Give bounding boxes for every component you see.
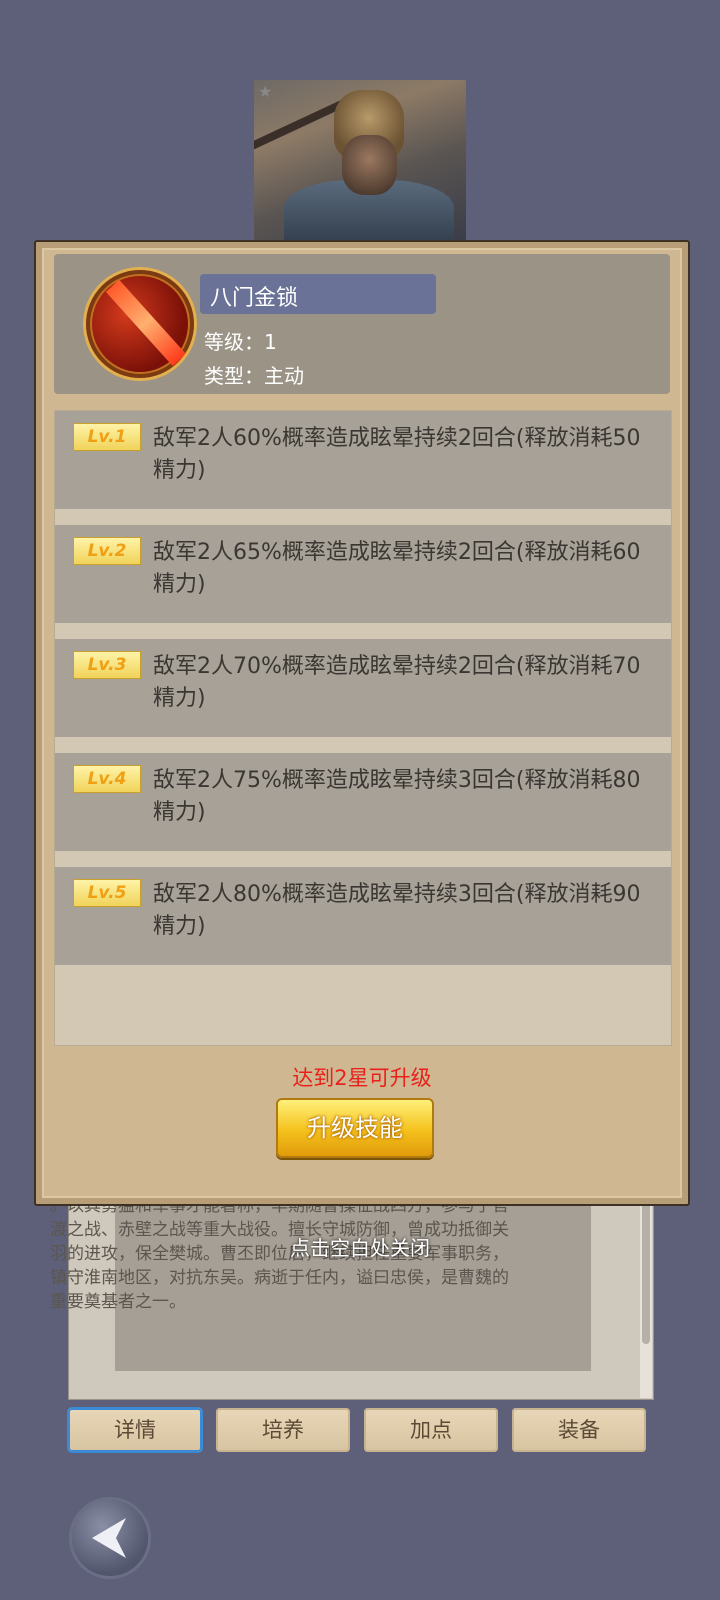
back-arrow-icon: [92, 1518, 126, 1558]
level-row: Lv.2 敌军2人65%概率造成眩晕持续2回合(释放消耗60精力): [55, 525, 671, 623]
level-description: 敌军2人60%概率造成眩晕持续2回合(释放消耗50精力): [153, 426, 641, 483]
skill-level: 等级：1: [204, 330, 277, 354]
level-badge: Lv.4: [73, 765, 141, 793]
level-description: 敌军2人75%概率造成眩晕持续3回合(释放消耗80精力): [153, 768, 641, 825]
level-row: Lv.4 敌军2人75%概率造成眩晕持续3回合(释放消耗80精力): [55, 753, 671, 851]
level-list: Lv.1 敌军2人60%概率造成眩晕持续2回合(释放消耗50精力) Lv.2 敌…: [54, 410, 672, 1046]
upgrade-requirement: 达到2星可升级: [292, 1066, 432, 1090]
tab-equipment[interactable]: 装备: [512, 1408, 646, 1452]
upgrade-skill-button[interactable]: 升级技能: [276, 1098, 434, 1158]
bio-scrollbar[interactable]: [640, 1180, 652, 1398]
level-badge: Lv.5: [73, 879, 141, 907]
level-row: Lv.5 敌军2人80%概率造成眩晕持续3回合(释放消耗90精力): [55, 867, 671, 965]
level-badge: Lv.2: [73, 537, 141, 565]
back-button[interactable]: [72, 1500, 148, 1576]
close-hint: 点击空白处关闭: [290, 1236, 430, 1260]
face-graphic: [342, 135, 397, 195]
skill-header: 八门金锁 等级：1 类型：主动: [54, 254, 670, 394]
red-slash-skill-icon: [86, 270, 194, 378]
skill-modal: 八门金锁 等级：1 类型：主动 Lv.1 敌军2人60%概率造成眩晕持续2回合(…: [34, 240, 690, 1206]
skill-type: 类型：主动: [204, 364, 304, 388]
tab-add-points[interactable]: 加点: [364, 1408, 498, 1452]
scroll-thumb[interactable]: [642, 1184, 650, 1344]
level-description: 敌军2人70%概率造成眩晕持续2回合(释放消耗70精力): [153, 654, 641, 711]
tab-details[interactable]: 详情: [68, 1408, 202, 1452]
level-description: 敌军2人65%概率造成眩晕持续2回合(释放消耗60精力): [153, 540, 641, 597]
star-icon: ★: [258, 82, 273, 101]
skill-name: 八门金锁: [210, 286, 299, 311]
tab-train[interactable]: 培养: [216, 1408, 350, 1452]
level-badge: Lv.3: [73, 651, 141, 679]
level-row: Lv.3 敌军2人70%概率造成眩晕持续2回合(释放消耗70精力): [55, 639, 671, 737]
level-row: Lv.1 敌军2人60%概率造成眩晕持续2回合(释放消耗50精力): [55, 411, 671, 509]
general-portrait: ★: [254, 80, 466, 240]
level-badge: Lv.1: [73, 423, 141, 451]
level-description: 敌军2人80%概率造成眩晕持续3回合(释放消耗90精力): [153, 882, 641, 939]
tab-bar: 详情 培养 加点 装备: [68, 1408, 652, 1454]
